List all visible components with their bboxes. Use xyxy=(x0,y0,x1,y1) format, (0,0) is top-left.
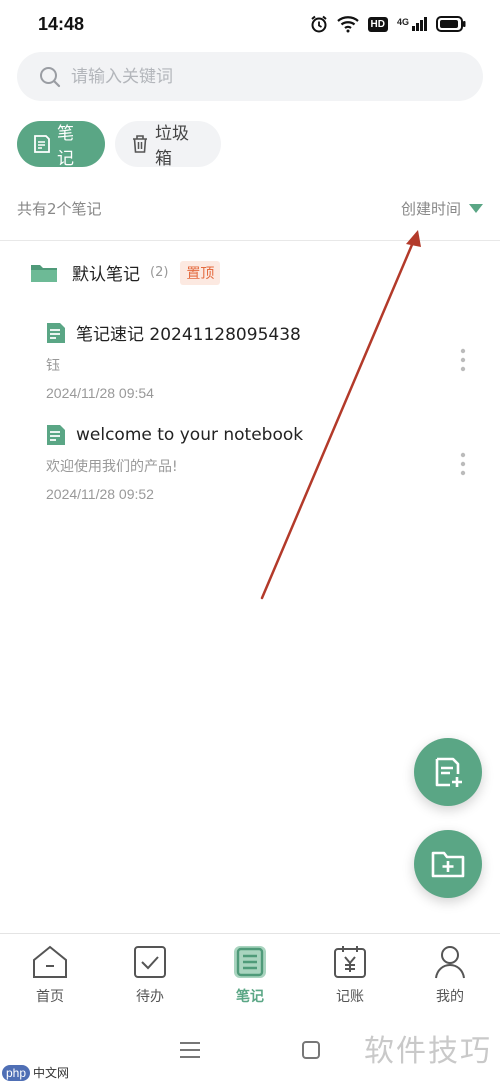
nav-label: 我的 xyxy=(436,989,464,1005)
filter-tabs: 笔记 垃圾箱 xyxy=(17,121,221,169)
trash-icon xyxy=(131,134,149,154)
note-title-row: 笔记速记 20241128095438 xyxy=(46,320,486,345)
divider xyxy=(0,240,500,241)
add-folder-icon xyxy=(431,851,465,878)
note-icon xyxy=(33,134,51,154)
note-icon xyxy=(234,946,266,978)
more-vertical-icon[interactable] xyxy=(460,348,466,372)
home-square-icon[interactable] xyxy=(301,1040,321,1060)
note-snippet: 钰 xyxy=(46,358,60,374)
status-icons: HD 4G xyxy=(310,15,466,33)
search-input[interactable] xyxy=(71,66,431,87)
note-date: 2024/11/28 09:54 xyxy=(46,385,154,401)
nav-label: 首页 xyxy=(36,989,64,1005)
pin-badge: 置顶 xyxy=(180,260,221,285)
nav-label: 待办 xyxy=(136,989,164,1005)
note-title: welcome to your notebook xyxy=(76,425,304,445)
nav-home[interactable]: 首页 xyxy=(10,944,90,1023)
new-folder-button[interactable] xyxy=(414,830,482,898)
note-date: 2024/11/28 09:52 xyxy=(46,486,154,502)
network-type: 4G xyxy=(396,17,409,27)
folder-name: 默认笔记 xyxy=(72,265,140,285)
todo-icon xyxy=(134,946,166,978)
alarm-icon xyxy=(310,15,327,33)
note-file-icon xyxy=(47,425,65,445)
bottom-nav: 首页 待办 笔记 记账 我的 xyxy=(0,933,500,1023)
wifi-icon xyxy=(336,16,359,33)
sort-label: 创建时间 xyxy=(400,200,461,218)
tab-notes-label: 笔记 xyxy=(57,124,74,169)
battery-icon xyxy=(436,16,466,32)
home-icon xyxy=(33,945,67,978)
note-item[interactable]: 笔记速记 20241128095438 钰 2024/11/28 09:54 xyxy=(46,320,486,401)
logo-cn: 中文网 xyxy=(33,1066,70,1080)
tab-trash[interactable]: 垃圾箱 xyxy=(115,121,221,169)
more-vertical-icon[interactable] xyxy=(460,452,466,476)
nav-todo[interactable]: 待办 xyxy=(110,944,190,1023)
note-item[interactable]: welcome to your notebook 欢迎使用我们的产品! 2024… xyxy=(46,424,486,502)
watermark-text: 软件技巧 xyxy=(364,1034,492,1069)
triangle-down-icon xyxy=(469,203,483,213)
ledger-icon xyxy=(334,946,366,978)
nav-notes[interactable]: 笔记 xyxy=(210,944,290,1023)
nav-label: 笔记 xyxy=(236,989,264,1005)
list-header: 共有2个笔记 创建时间 xyxy=(17,198,483,219)
cellular-signal-icon: 4G xyxy=(397,17,427,31)
note-count: 共有2个笔记 xyxy=(17,200,102,218)
tab-trash-label: 垃圾箱 xyxy=(155,124,189,169)
nav-label: 记账 xyxy=(336,989,364,1005)
tab-notes[interactable]: 笔记 xyxy=(17,121,105,169)
note-file-icon xyxy=(47,322,65,343)
status-bar: 14:48 HD 4G xyxy=(0,0,500,48)
logo-php: php xyxy=(2,1064,31,1081)
nav-ledger[interactable]: 记账 xyxy=(310,944,390,1023)
note-title-row: welcome to your notebook xyxy=(46,424,486,446)
site-logo: php 中文网 xyxy=(2,1064,69,1081)
sort-control[interactable]: 创建时间 xyxy=(401,198,483,219)
note-snippet: 欢迎使用我们的产品! xyxy=(46,459,178,475)
note-title: 笔记速记 20241128095438 xyxy=(76,325,301,345)
folder-icon xyxy=(31,264,57,282)
menu-icon[interactable] xyxy=(179,1041,201,1059)
new-note-button[interactable] xyxy=(414,738,482,806)
hd-badge-icon: HD xyxy=(367,16,388,32)
folder-row[interactable]: 默认笔记 (2) 置顶 xyxy=(30,260,221,285)
search-icon xyxy=(40,66,61,87)
add-note-icon xyxy=(435,757,462,787)
folder-count: (2) xyxy=(150,265,169,280)
nav-profile[interactable]: 我的 xyxy=(410,944,490,1023)
profile-icon xyxy=(435,946,465,979)
search-bar[interactable] xyxy=(17,52,483,101)
status-time: 14:48 xyxy=(38,13,85,34)
